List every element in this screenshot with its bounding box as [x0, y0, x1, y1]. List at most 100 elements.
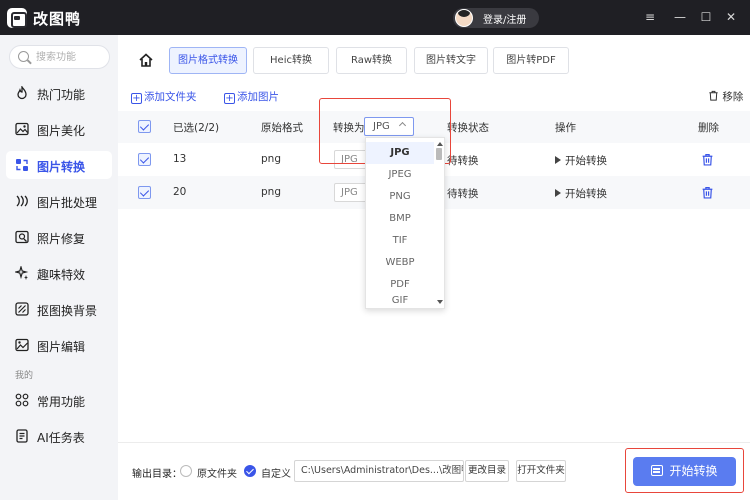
menu-icon[interactable]: ≡ [642, 9, 658, 25]
dropdown-scrollbar[interactable] [436, 142, 443, 304]
avatar [455, 9, 473, 27]
ai-task-icon [16, 429, 28, 443]
image-icon [15, 122, 29, 136]
radio-custom-folder[interactable] [244, 465, 256, 477]
sidebar-item-label: 常用功能 [37, 395, 86, 409]
tab-format-convert[interactable]: 图片格式转换 [169, 47, 247, 74]
open-folder-button[interactable]: 打开文件夹 [516, 460, 566, 482]
start-convert-link[interactable]: 开始转换 [555, 186, 607, 201]
minimize-icon[interactable]: — [672, 9, 688, 25]
tab-raw[interactable]: Raw转换 [336, 47, 407, 74]
trash-icon[interactable] [701, 186, 714, 199]
col-original-format: 原始格式 [261, 122, 303, 134]
add-folder-button[interactable]: + 添加文件夹 [131, 89, 197, 104]
sidebar-item-beautify[interactable]: 图片美化 [6, 115, 112, 143]
photo-repair-icon [15, 230, 29, 244]
login-button[interactable]: 登录/注册 [453, 8, 539, 28]
trash-icon[interactable] [701, 153, 714, 166]
tab-image-to-text[interactable]: 图片转文字 [414, 47, 488, 74]
flame-icon [17, 86, 27, 100]
title-bar: 改图鸭 登录/注册 ≡ — ☐ ✕ [0, 0, 750, 35]
cutout-icon [15, 302, 29, 316]
login-label: 登录/注册 [483, 15, 527, 26]
batch-icon [16, 195, 28, 207]
sidebar-item-edit[interactable]: 图片编辑 [6, 331, 112, 359]
add-image-button[interactable]: + 添加图片 [224, 89, 279, 104]
add-icon: + [224, 93, 235, 104]
play-icon [555, 189, 561, 197]
close-icon[interactable]: ✕ [723, 9, 739, 25]
sidebar-item-label: 图片转换 [37, 160, 86, 174]
sidebar-item-label: 照片修复 [37, 232, 86, 246]
file-name: 20 [173, 186, 187, 198]
start-convert-link[interactable]: 开始转换 [555, 153, 607, 168]
radio-original-label: 原文件夹 [197, 469, 237, 480]
maximize-icon[interactable]: ☐ [698, 9, 714, 25]
dropdown-option[interactable]: JPEG [366, 164, 434, 186]
sidebar-item-convert[interactable]: 图片转换 [6, 151, 112, 179]
radio-custom-label: 自定义 [261, 469, 291, 480]
col-delete: 删除 [698, 122, 719, 134]
trash-icon [709, 90, 718, 101]
home-icon[interactable] [138, 52, 154, 68]
highlight-box [625, 448, 744, 493]
edit-image-icon [15, 338, 29, 352]
file-name: 13 [173, 153, 187, 165]
sidebar-item-batch[interactable]: 图片批处理 [6, 187, 112, 215]
sidebar-item-cutout[interactable]: 抠图换背景 [6, 295, 112, 323]
output-dir-label: 输出目录： [132, 469, 182, 480]
dropdown-option[interactable]: GIF [366, 294, 434, 308]
row-checkbox[interactable] [138, 153, 151, 166]
output-path-field[interactable]: C:\Users\Administrator\Des...\改图鸭 [294, 460, 464, 482]
sidebar-item-label: 抠图换背景 [37, 304, 98, 318]
scroll-down-icon[interactable] [437, 300, 443, 304]
section-label: 我的 [15, 371, 34, 381]
sidebar-item-label: 图片编辑 [37, 340, 86, 354]
col-selected: 已选(2/2) [173, 122, 220, 134]
sidebar-item-repair[interactable]: 照片修复 [6, 223, 112, 251]
row-checkbox[interactable] [138, 186, 151, 199]
tab-image-to-pdf[interactable]: 图片转PDF [493, 47, 569, 74]
file-format: png [261, 153, 281, 165]
sidebar-item-hot[interactable]: 热门功能 [6, 79, 112, 107]
tab-heic[interactable]: Heic转换 [253, 47, 329, 74]
sidebar-item-label: 图片美化 [37, 124, 86, 138]
status-text: 待转换 [447, 155, 479, 167]
sidebar-item-label: AI任务表 [37, 431, 85, 445]
scroll-thumb[interactable] [436, 148, 442, 160]
sidebar-item-label: 热门功能 [37, 88, 86, 102]
convert-icon [16, 159, 28, 171]
radio-original-folder[interactable] [180, 465, 192, 477]
dropdown-option[interactable]: TIF [366, 230, 434, 252]
search-input[interactable] [36, 49, 106, 65]
remove-button[interactable]: 移除 [708, 89, 743, 104]
sidebar-item-favorites[interactable]: 常用功能 [6, 386, 112, 414]
status-text: 待转换 [447, 188, 479, 200]
dropdown-option[interactable]: BMP [366, 208, 434, 230]
app-title: 改图鸭 [33, 10, 82, 28]
dropdown-option[interactable]: PDF [366, 274, 434, 296]
search-icon [18, 51, 29, 62]
dropdown-option[interactable]: PNG [366, 186, 434, 208]
col-status: 转换状态 [447, 122, 489, 134]
change-dir-button[interactable]: 更改目录 [465, 460, 509, 482]
add-icon: + [131, 93, 142, 104]
bottom-bar: 输出目录： 原文件夹 自定义 C:\Users\Administrator\De… [118, 442, 750, 500]
row-format-select[interactable]: JPG [334, 183, 368, 202]
grid-icon [15, 393, 29, 407]
sparkle-icon [15, 266, 29, 280]
main-panel: 图片格式转换 Heic转换 Raw转换 图片转文字 图片转PDF + 添加文件夹 … [118, 35, 750, 500]
search-box[interactable] [9, 45, 110, 69]
sidebar-item-label: 趣味特效 [37, 268, 86, 282]
app-logo-icon [7, 8, 27, 28]
dropdown-option[interactable]: JPG [366, 142, 434, 164]
sidebar-item-effects[interactable]: 趣味特效 [6, 259, 112, 287]
select-all-checkbox[interactable] [138, 120, 151, 133]
sidebar-item-label: 图片批处理 [37, 196, 98, 210]
scroll-up-icon[interactable] [437, 142, 443, 146]
format-dropdown: JPG JPEG PNG BMP TIF WEBP PDF GIF [365, 137, 445, 309]
dropdown-option[interactable]: WEBP [366, 252, 434, 274]
sidebar: 热门功能 图片美化 图片转换 图片批处理 照片修复 趣味特效 抠图换背景 图片编… [0, 35, 118, 500]
file-format: png [261, 186, 281, 198]
sidebar-item-ai-tasks[interactable]: AI任务表 [6, 422, 112, 450]
